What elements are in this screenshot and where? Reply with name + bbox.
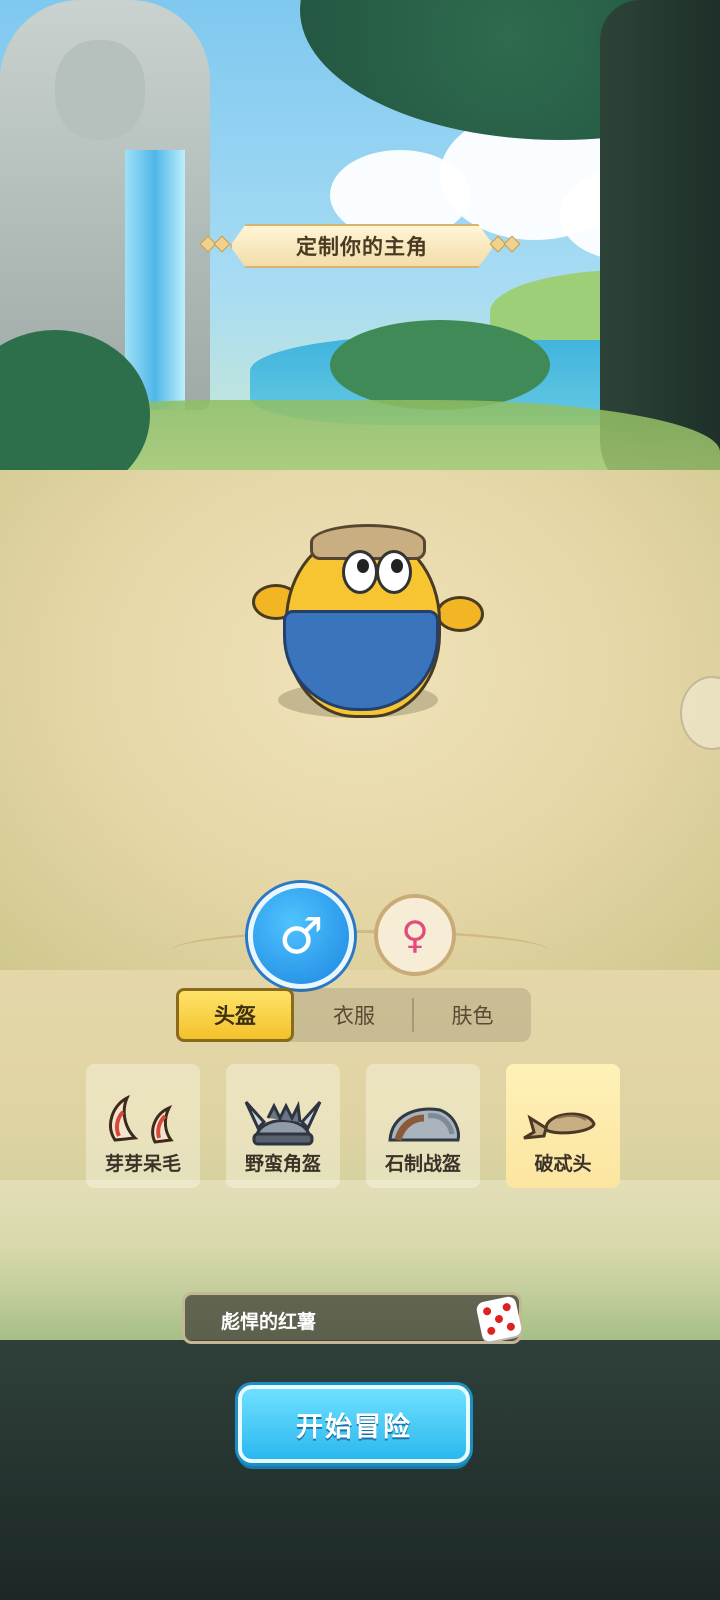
item-card-horned-helmet[interactable]: 野蛮角盔 [226,1064,340,1188]
item-card-sprout-hair[interactable]: 芽芽呆毛 [86,1064,200,1188]
tab-helmet[interactable]: 头盔 [176,988,294,1042]
bush [330,320,550,410]
character-eye [376,550,412,594]
tab-skin-color[interactable]: 肤色 [414,988,531,1042]
gender-divider [170,930,550,973]
item-card-bandana[interactable]: 破忒头 [506,1064,620,1188]
game-screen: 定制你的主角 ♂ ♀ 头盔 衣服 肤色 芽芽呆毛 野蛮角盔 石制战盔 破忒头 彪… [0,0,720,1600]
horned-helmet-icon [226,1088,340,1152]
female-gender-button[interactable]: ♀ [374,894,456,976]
item-label: 野蛮角盔 [244,1153,321,1175]
item-label: 石制战盔 [384,1153,461,1175]
customization-tabs: 头盔 衣服 肤色 [176,988,531,1042]
character-name-value: 彪悍的红薯 [221,1311,317,1333]
tab-clothes[interactable]: 衣服 [296,988,412,1042]
item-label: 芽芽呆毛 [104,1153,181,1175]
item-label: 破忒头 [534,1153,592,1175]
sprout-hair-icon [86,1088,200,1152]
dark-foliage-footer [0,1340,720,1600]
stone-helmet-icon [366,1088,480,1152]
male-gender-button[interactable]: ♂ [248,883,354,989]
page-title: 定制你的主角 [230,224,494,268]
diamond-ornament-icon [213,235,231,253]
start-adventure-button[interactable]: 开始冒险 [238,1385,470,1463]
character-name-field[interactable]: 彪悍的红薯 [182,1292,523,1344]
bandana-icon [506,1088,620,1152]
character-preview [250,512,484,718]
male-icon: ♂ [278,907,324,965]
item-card-stone-helmet[interactable]: 石制战盔 [366,1064,480,1188]
dice-icon[interactable] [475,1295,523,1343]
statue-face [55,40,145,140]
female-icon: ♀ [401,913,429,957]
character-eye [342,550,378,594]
character-arm [436,596,484,632]
title-banner: 定制你的主角 [199,224,521,268]
diamond-ornament-icon [503,235,521,253]
